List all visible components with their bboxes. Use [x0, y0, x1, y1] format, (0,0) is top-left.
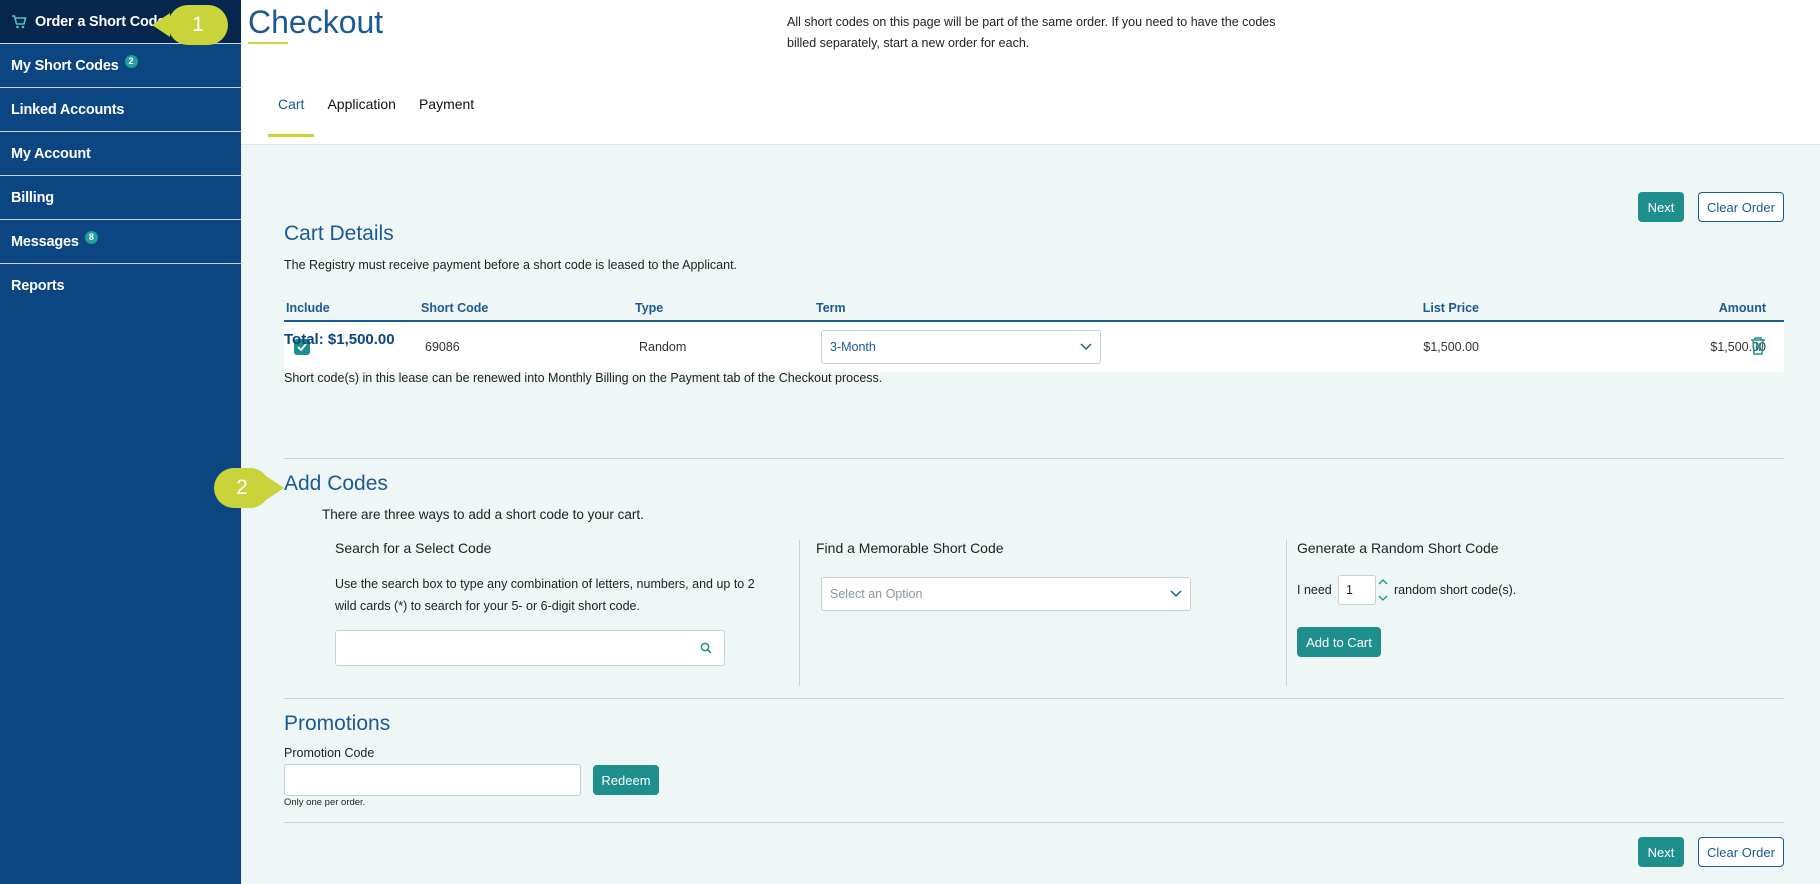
section-divider: [284, 458, 1784, 459]
memorable-select-placeholder: Select an Option: [830, 587, 923, 601]
sidebar-item-label: Messages: [11, 233, 79, 250]
sidebar-item-billing[interactable]: Billing: [0, 176, 241, 220]
memorable-code-column: Find a Memorable Short Code: [816, 540, 1004, 573]
search-code-title: Search for a Select Code: [335, 540, 492, 556]
short-code-value: 69086: [425, 340, 460, 354]
promotion-code-input[interactable]: [284, 764, 581, 796]
sidebar-item-label: Reports: [11, 278, 65, 294]
sidebar-item-messages[interactable]: Messages 8: [0, 220, 241, 264]
section-divider: [284, 822, 1784, 823]
section-divider: [284, 698, 1784, 699]
sidebar-item-label: My Short Codes: [11, 57, 119, 74]
next-button-bottom[interactable]: Next: [1638, 837, 1684, 867]
search-icon: [700, 642, 712, 654]
step-callout-2: 2: [214, 468, 284, 508]
page-header: Checkout All short codes on this page wi…: [241, 0, 1820, 145]
col-short-code: Short Code: [421, 300, 489, 315]
add-codes-title: Add Codes: [284, 472, 388, 495]
column-divider: [1286, 540, 1287, 686]
tab-cart[interactable]: Cart: [268, 96, 315, 137]
renew-note: Short code(s) in this lease can be renew…: [284, 371, 883, 385]
random-code-title: Generate a Random Short Code: [1297, 540, 1499, 556]
memorable-select[interactable]: Select an Option: [821, 577, 1191, 611]
amount-value: $1,500.00: [1710, 340, 1766, 354]
step-callout-number: 1: [192, 13, 204, 36]
cart-details-title: Cart Details: [284, 222, 394, 245]
random-code-column: Generate a Random Short Code: [1297, 540, 1499, 573]
sidebar-item-label: Order a Short Code: [35, 13, 166, 30]
col-amount: Amount: [1718, 300, 1766, 315]
page-title: Checkout: [248, 4, 384, 40]
sidebar-item-reports[interactable]: Reports: [0, 264, 241, 308]
promotion-note: Only one per order.: [284, 797, 366, 808]
type-value: Random: [639, 340, 687, 354]
col-type: Type: [635, 300, 664, 315]
search-code-desc: Use the search box to type any combinati…: [335, 577, 755, 613]
count-badge: 2: [124, 55, 138, 68]
stepper-arrows-icon[interactable]: [1378, 577, 1388, 603]
redeem-button[interactable]: Redeem: [593, 765, 659, 795]
sidebar-item-linked-accounts[interactable]: Linked Accounts: [0, 88, 241, 132]
cart-table: Include Short Code Type Term List Price …: [284, 295, 1784, 372]
add-codes-intro: There are three ways to add a short code…: [322, 507, 644, 522]
quantity-stepper[interactable]: 1: [1338, 575, 1376, 605]
sidebar-item-my-account[interactable]: My Account: [0, 132, 241, 176]
next-button-top[interactable]: Next: [1638, 192, 1684, 222]
sidebar-item-my-short-codes[interactable]: My Short Codes 2: [0, 44, 241, 88]
clear-order-button-top[interactable]: Clear Order: [1698, 192, 1784, 222]
memorable-code-title: Find a Memorable Short Code: [816, 540, 1004, 556]
random-prefix: I need: [1297, 583, 1332, 597]
step-callout-1: 1: [152, 5, 228, 45]
chevron-down-icon: [1080, 343, 1092, 351]
promotions-title: Promotions: [284, 712, 391, 735]
add-to-cart-button[interactable]: Add to Cart: [1297, 627, 1381, 657]
title-underline: [248, 42, 288, 44]
sidebar-item-label: Linked Accounts: [11, 101, 125, 118]
col-term: Term: [816, 300, 846, 315]
chevron-down-icon: [1170, 590, 1182, 598]
random-suffix: random short code(s).: [1394, 583, 1517, 597]
search-code-column: Search for a Select Code Use the search …: [335, 540, 765, 617]
cart-icon: [12, 14, 27, 28]
col-list-price: List Price: [1422, 300, 1479, 315]
sidebar-nav: Order a Short Code My Short Codes 2 Link…: [0, 0, 241, 884]
step-callout-number: 2: [236, 476, 248, 499]
clear-order-button-bottom[interactable]: Clear Order: [1698, 837, 1784, 867]
cart-subtitle: The Registry must receive payment before…: [284, 258, 738, 272]
table-row: 69086 Random 3-Month $1,500.00 $1,500.00: [284, 322, 1784, 372]
main-content: Next Clear Order Cart Details The Regist…: [241, 145, 1820, 884]
list-price-value: $1,500.00: [1423, 340, 1479, 354]
cart-total: Total: $1,500.00: [284, 331, 395, 348]
count-badge: 8: [84, 231, 98, 244]
trash-icon[interactable]: [1750, 336, 1766, 355]
checkout-tabs: Cart Application Payment: [268, 96, 487, 137]
sidebar-item-label: My Account: [11, 145, 91, 162]
tab-payment[interactable]: Payment: [409, 96, 484, 137]
col-include: Include: [286, 300, 330, 315]
term-select[interactable]: 3-Month: [821, 330, 1101, 364]
column-divider: [799, 540, 800, 686]
quantity-value: 1: [1346, 583, 1353, 597]
sidebar-item-label: Billing: [11, 189, 54, 206]
search-input[interactable]: [335, 630, 725, 666]
term-select-value: 3-Month: [830, 340, 876, 354]
tab-application[interactable]: Application: [317, 96, 406, 137]
order-notice: All short codes on this page will be par…: [787, 15, 1276, 50]
table-header: Include Short Code Type Term List Price …: [284, 295, 1784, 322]
promotion-code-label: Promotion Code: [284, 746, 375, 760]
